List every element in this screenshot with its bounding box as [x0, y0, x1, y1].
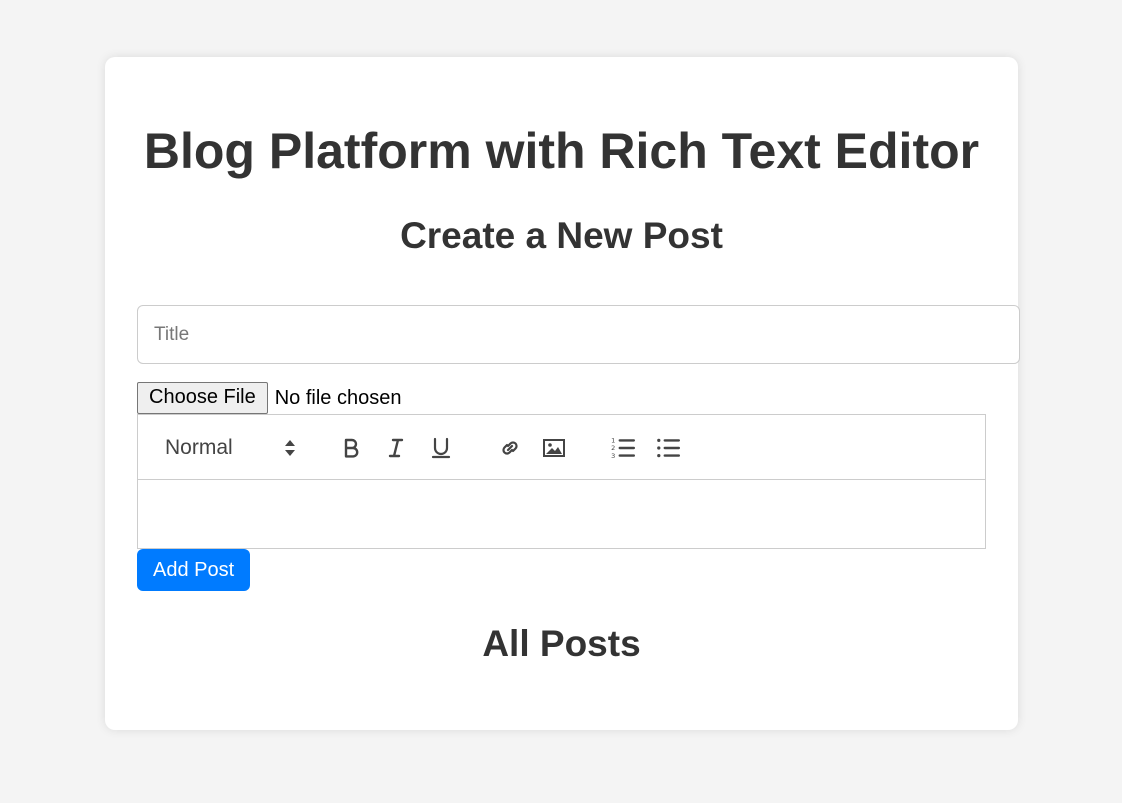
underline-button[interactable]	[426, 433, 456, 463]
bullet-list-button[interactable]	[653, 433, 683, 463]
format-select-value: Normal	[165, 436, 233, 459]
image-icon	[543, 439, 565, 457]
select-arrows-icon	[285, 440, 295, 456]
main-card: Blog Platform with Rich Text Editor Crea…	[105, 57, 1020, 730]
file-input[interactable]: Choose File No file chosen	[137, 382, 401, 414]
svg-text:3: 3	[611, 452, 615, 460]
link-button[interactable]	[495, 433, 525, 463]
file-status-text: No file chosen	[274, 386, 402, 409]
title-input[interactable]	[137, 305, 1020, 364]
italic-icon	[388, 438, 404, 458]
choose-file-button[interactable]: Choose File	[137, 382, 268, 414]
link-icon	[502, 441, 518, 455]
editor-toolbar: Normal 1 2 3	[138, 415, 985, 480]
bullet-list-icon	[657, 438, 681, 458]
editor-content-area[interactable]	[138, 480, 985, 548]
image-button[interactable]	[539, 433, 569, 463]
bold-button[interactable]	[336, 433, 366, 463]
ordered-list-button[interactable]: 1 2 3	[608, 433, 638, 463]
bold-icon	[344, 438, 359, 458]
create-post-heading: Create a New Post	[400, 215, 723, 256]
rich-text-editor: Normal 1 2 3	[137, 414, 986, 549]
add-post-button[interactable]: Add Post	[137, 549, 251, 591]
ordered-list-icon: 1 2 3	[611, 437, 636, 460]
format-select[interactable]: Normal	[165, 433, 305, 463]
all-posts-heading: All Posts	[482, 623, 641, 664]
page-title: Blog Platform with Rich Text Editor	[143, 123, 980, 179]
italic-button[interactable]	[381, 433, 411, 463]
underline-icon	[431, 437, 451, 459]
